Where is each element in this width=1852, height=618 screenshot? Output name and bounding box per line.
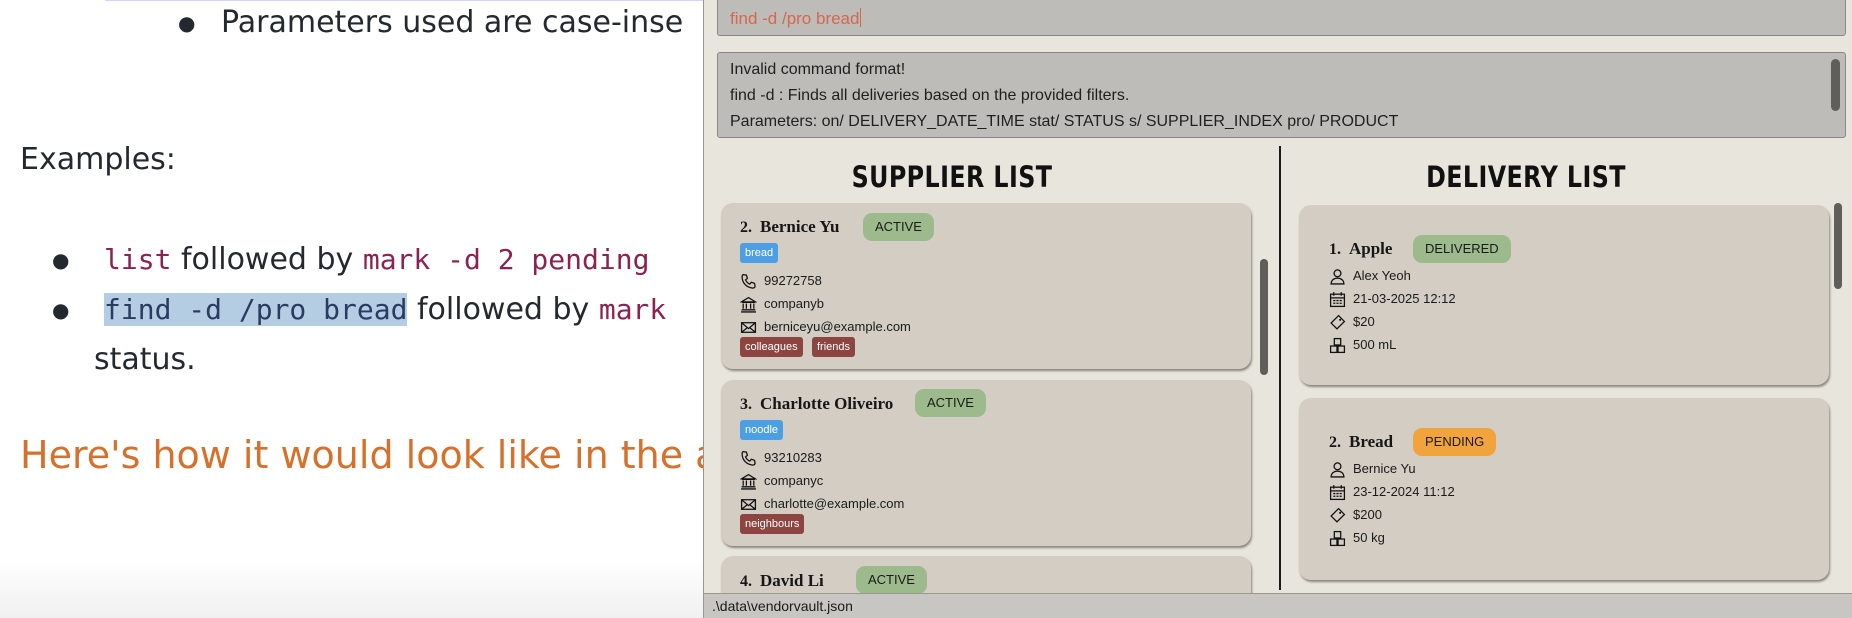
product-tag: bread — [740, 243, 779, 263]
supplier-tag: neighbours — [740, 514, 805, 534]
status-badge: ACTIVE — [863, 213, 934, 241]
money-tag-icon — [1330, 507, 1346, 523]
result-display: Invalid command format! find -d : Finds … — [717, 52, 1846, 138]
money-tag-icon — [1330, 314, 1346, 330]
section-heading: Here's how it would look like in the a — [20, 433, 719, 477]
example-1-code-mark: mark -d 2 pending — [362, 243, 650, 276]
supplier-title: 4. David Li — [740, 571, 824, 591]
phone-text: 93210283 — [764, 450, 822, 465]
panel-divider — [1279, 146, 1281, 590]
phone-icon — [741, 450, 756, 466]
phone-icon — [741, 273, 756, 289]
examples-heading: Examples: — [20, 142, 176, 177]
result-line-2: find -d : Finds all deliveries based on … — [730, 87, 1130, 104]
result-scrollbar[interactable] — [1831, 59, 1840, 111]
status-badge: ACTIVE — [856, 566, 927, 594]
delivery-list-title: DELIVERY LIST — [1426, 160, 1626, 194]
delivery-supplier-text: Alex Yeoh — [1353, 268, 1411, 283]
supplier-tag: colleagues — [740, 337, 803, 357]
delivery-card[interactable]: 2. Bread PENDING Bernice Yu 23-12-2024 1… — [1299, 398, 1829, 580]
supplier-title: 3. Charlotte Oliveiro — [740, 394, 893, 414]
delivery-index: 2. — [1329, 434, 1341, 451]
example-2-code-find-selected[interactable]: find -d /pro bread — [104, 293, 408, 326]
delivery-index: 1. — [1329, 241, 1341, 258]
delivery-datetime-text: 23-12-2024 11:12 — [1353, 484, 1455, 499]
status-badge: ACTIVE — [915, 389, 986, 417]
supplier-name: Charlotte Oliveiro — [760, 394, 894, 413]
email-text: charlotte@example.com — [764, 496, 905, 511]
status-bar: .\data\vendorvault.json — [704, 593, 1852, 618]
example-1-code-list: list — [104, 243, 172, 276]
supplier-list-scrollbar[interactable] — [1260, 259, 1268, 375]
result-line-3: Parameters: on/ DELIVERY_DATE_TIME stat/… — [730, 113, 1399, 130]
calendar-icon — [1329, 485, 1346, 501]
text-caret — [860, 8, 862, 27]
result-line-1: Invalid command format! — [730, 61, 906, 78]
supplier-index: 2. — [740, 219, 752, 236]
delivery-cost-text: $200 — [1353, 507, 1382, 522]
phone-text: 99272758 — [764, 273, 822, 288]
selection-underline — [105, 0, 705, 1]
example-1-text: followed by — [180, 242, 354, 277]
company-text: companyb — [764, 296, 824, 311]
bullet-dot: ● — [52, 248, 70, 272]
example-2-text: followed by — [416, 292, 590, 327]
delivery-cost-text: $20 — [1353, 314, 1375, 329]
delivery-title: 1. Apple — [1329, 239, 1392, 259]
vendorvault-window: find -d /pro bread Invalid command forma… — [703, 0, 1852, 618]
example-2-code-mark: mark — [598, 293, 667, 326]
status-badge: PENDING — [1413, 428, 1497, 456]
supplier-name: Bernice Yu — [760, 217, 840, 236]
parameters-bullet-text: Parameters used are case-inse — [221, 5, 684, 40]
delivery-quantity-text: 500 mL — [1353, 337, 1397, 352]
boxes-icon — [1329, 337, 1346, 354]
delivery-supplier-text: Bernice Yu — [1353, 461, 1416, 476]
supplier-card[interactable]: 2. Bernice Yu ACTIVE bread 99272758 comp… — [721, 203, 1251, 369]
supplier-index: 4. — [740, 573, 752, 590]
status-badge: DELIVERED — [1413, 235, 1511, 263]
delivery-product: Bread — [1349, 432, 1394, 451]
command-box[interactable]: find -d /pro bread — [717, 0, 1846, 36]
product-tag: noodle — [740, 420, 784, 440]
delivery-quantity-text: 50 kg — [1353, 530, 1385, 545]
bank-building-icon — [740, 296, 757, 313]
boxes-icon — [1329, 530, 1346, 547]
delivery-product: Apple — [1349, 239, 1393, 258]
envelope-icon — [740, 322, 757, 333]
envelope-icon — [740, 499, 757, 510]
supplier-name: David Li — [760, 571, 824, 590]
example-2-continuation: status. — [94, 342, 196, 377]
email-text: berniceyu@example.com — [764, 319, 911, 334]
supplier-tag: friends — [812, 337, 856, 357]
supplier-index: 3. — [740, 396, 752, 413]
data-file-path: .\data\vendorvault.json — [712, 598, 853, 614]
delivery-datetime-text: 21-03-2025 12:12 — [1353, 291, 1456, 306]
bullet-dot: ● — [52, 298, 70, 322]
command-input-text: find -d /pro bread — [730, 9, 860, 28]
person-icon — [1330, 462, 1345, 478]
command-input[interactable]: find -d /pro bread — [730, 8, 862, 29]
bank-building-icon — [740, 473, 757, 490]
supplier-list-title: SUPPLIER LIST — [851, 160, 1053, 194]
company-text: companyc — [764, 473, 824, 488]
person-icon — [1330, 269, 1345, 285]
calendar-icon — [1329, 292, 1346, 308]
delivery-title: 2. Bread — [1329, 432, 1393, 452]
supplier-title: 2. Bernice Yu — [740, 217, 840, 237]
delivery-list-scrollbar[interactable] — [1834, 203, 1842, 289]
delivery-card[interactable]: 1. Apple DELIVERED Alex Yeoh 21-03-2025 … — [1299, 205, 1829, 385]
bullet-dot: ● — [178, 11, 196, 35]
supplier-card[interactable]: 3. Charlotte Oliveiro ACTIVE noodle 9321… — [721, 380, 1251, 546]
